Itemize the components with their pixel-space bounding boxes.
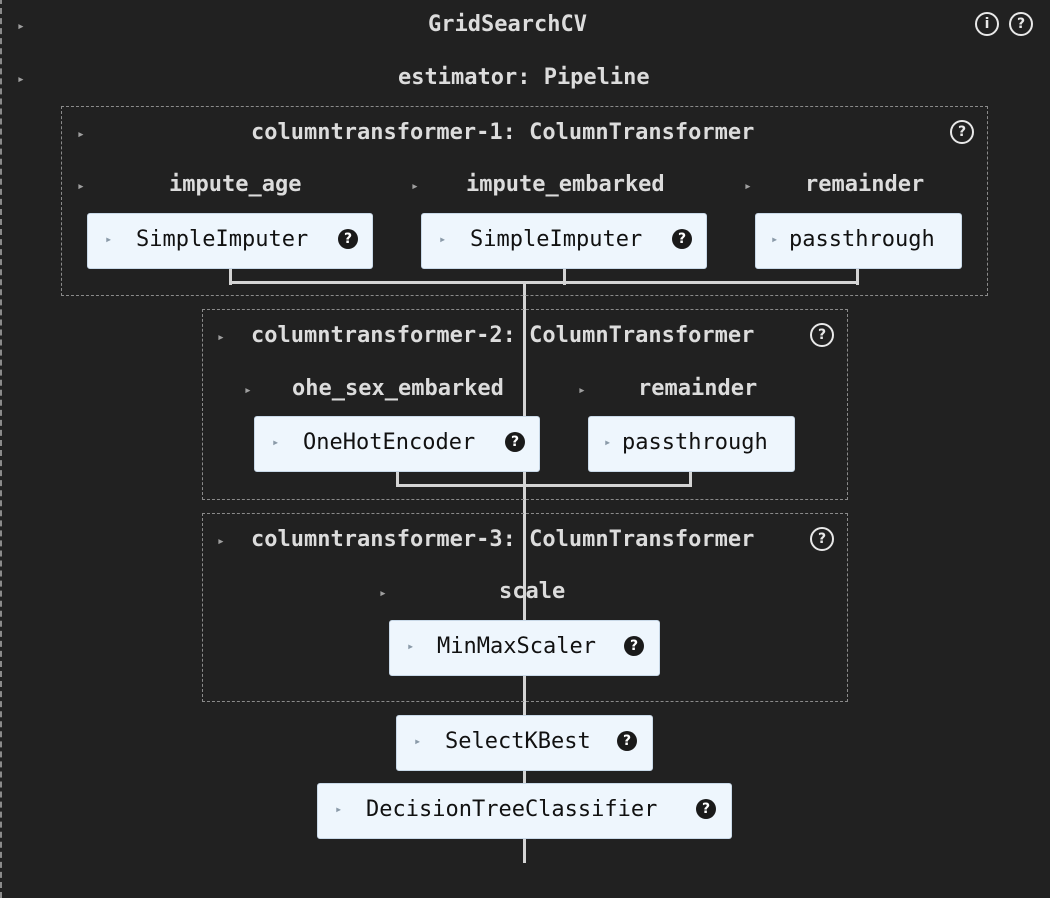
impute-embarked-label[interactable]: impute_embarked — [466, 172, 665, 198]
estimator-name: SelectKBest — [445, 729, 591, 754]
ct1-title[interactable]: columntransformer-1: ColumnTransformer — [251, 120, 754, 146]
ct1-toggle[interactable]: ▸ — [77, 128, 85, 141]
help-icon[interactable]: ? — [1009, 12, 1033, 36]
gridsearch-title[interactable]: GridSearchCV — [428, 12, 587, 38]
help-icon[interactable]: ? — [950, 120, 974, 144]
ct2-toggle[interactable]: ▸ — [217, 331, 225, 344]
minmaxscaler-box[interactable]: ▸ MinMaxScaler ? — [389, 620, 660, 676]
ohe-toggle[interactable]: ▸ — [244, 384, 252, 397]
decisiontreeclassifier-box[interactable]: ▸ DecisionTreeClassifier ? — [317, 783, 732, 839]
info-icon[interactable]: i — [975, 12, 999, 36]
estimator-name: SimpleImputer — [470, 227, 643, 252]
simpleimputer-age-box[interactable]: ▸ SimpleImputer ? — [87, 213, 373, 269]
help-icon[interactable]: ? — [624, 636, 644, 656]
impute-age-toggle[interactable]: ▸ — [77, 180, 85, 193]
selectkbest-box[interactable]: ▸ SelectKBest ? — [396, 715, 653, 771]
box-toggle: ▸ — [439, 232, 447, 246]
remainder-label[interactable]: remainder — [805, 172, 924, 198]
help-icon[interactable]: ? — [505, 432, 525, 452]
help-icon[interactable]: ? — [810, 527, 834, 551]
box-toggle: ▸ — [407, 639, 415, 653]
box-toggle: ▸ — [105, 232, 113, 246]
estimator-name: DecisionTreeClassifier — [366, 797, 658, 822]
estimator-name: SimpleImputer — [136, 227, 309, 252]
box-toggle: ▸ — [771, 232, 779, 246]
estimator-name: passthrough — [789, 227, 935, 252]
estimator-name: OneHotEncoder — [303, 430, 476, 455]
ct3-title[interactable]: columntransformer-3: ColumnTransformer — [251, 527, 754, 553]
estimator-toggle[interactable]: ▸ — [17, 73, 25, 86]
estimator-name: MinMaxScaler — [437, 634, 596, 659]
ct2-title[interactable]: columntransformer-2: ColumnTransformer — [251, 323, 754, 349]
help-icon[interactable]: ? — [696, 799, 716, 819]
help-icon[interactable]: ? — [338, 229, 358, 249]
remainder-toggle[interactable]: ▸ — [744, 180, 752, 193]
onehotencoder-box[interactable]: ▸ OneHotEncoder ? — [254, 416, 540, 472]
help-icon[interactable]: ? — [810, 323, 834, 347]
scale-toggle[interactable]: ▸ — [379, 587, 387, 600]
box-toggle: ▸ — [272, 435, 280, 449]
impute-age-label[interactable]: impute_age — [169, 172, 301, 198]
simpleimputer-embarked-box[interactable]: ▸ SimpleImputer ? — [421, 213, 707, 269]
passthrough-1-box[interactable]: ▸ passthrough — [755, 213, 962, 269]
ct3-toggle[interactable]: ▸ — [217, 535, 225, 548]
help-icon[interactable]: ? — [672, 229, 692, 249]
box-toggle: ▸ — [604, 435, 612, 449]
scale-label[interactable]: scale — [499, 579, 565, 605]
estimator-name: passthrough — [622, 430, 768, 455]
impute-embarked-toggle[interactable]: ▸ — [411, 180, 419, 193]
box-toggle: ▸ — [335, 802, 343, 816]
gridsearch-toggle[interactable]: ▸ — [17, 20, 25, 33]
passthrough-2-box[interactable]: ▸ passthrough — [588, 416, 795, 472]
help-icon[interactable]: ? — [617, 731, 637, 751]
estimator-label[interactable]: estimator: Pipeline — [398, 65, 650, 91]
remainder-label[interactable]: remainder — [638, 376, 757, 402]
ohe-label[interactable]: ohe_sex_embarked — [292, 376, 504, 402]
box-toggle: ▸ — [414, 734, 422, 748]
remainder-toggle[interactable]: ▸ — [578, 384, 586, 397]
